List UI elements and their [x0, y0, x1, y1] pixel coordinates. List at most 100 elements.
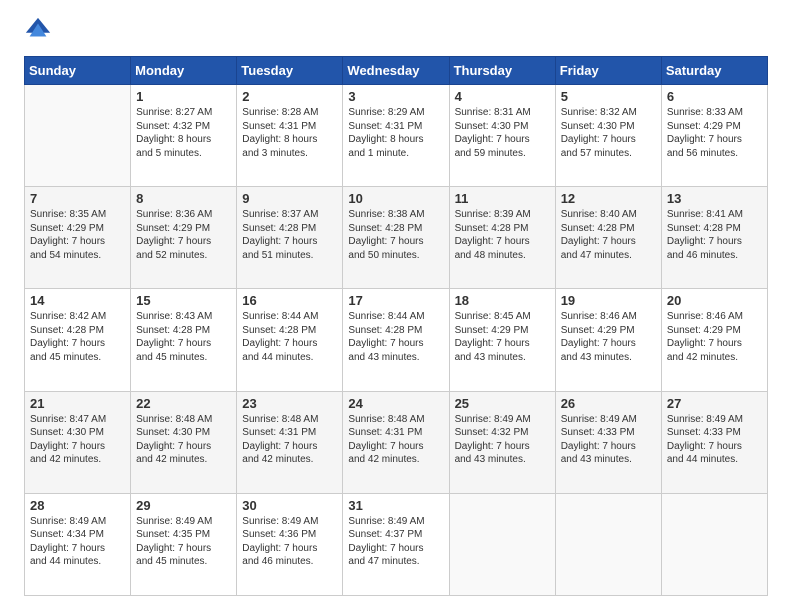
- day-number: 10: [348, 191, 443, 206]
- day-number: 26: [561, 396, 656, 411]
- logo-icon: [24, 16, 52, 44]
- day-info: Sunrise: 8:46 AM Sunset: 4:29 PM Dayligh…: [561, 310, 656, 364]
- day-info: Sunrise: 8:38 AM Sunset: 4:28 PM Dayligh…: [348, 208, 443, 262]
- calendar-cell: 11 Sunrise: 8:39 AM Sunset: 4:28 PM Dayli…: [449, 187, 555, 289]
- day-info: Sunrise: 8:35 AM Sunset: 4:29 PM Dayligh…: [30, 208, 125, 262]
- day-number: 11: [455, 191, 550, 206]
- day-info: Sunrise: 8:49 AM Sunset: 4:33 PM Dayligh…: [667, 413, 762, 467]
- weekday-header: Wednesday: [343, 57, 449, 85]
- day-number: 22: [136, 396, 231, 411]
- day-number: 29: [136, 498, 231, 513]
- page: SundayMondayTuesdayWednesdayThursdayFrid…: [0, 0, 792, 612]
- calendar-cell: 19 Sunrise: 8:46 AM Sunset: 4:29 PM Dayli…: [555, 289, 661, 391]
- day-number: 8: [136, 191, 231, 206]
- day-number: 17: [348, 293, 443, 308]
- calendar-cell: [449, 493, 555, 595]
- calendar-cell: 15 Sunrise: 8:43 AM Sunset: 4:28 PM Dayli…: [131, 289, 237, 391]
- day-number: 24: [348, 396, 443, 411]
- calendar-cell: 7 Sunrise: 8:35 AM Sunset: 4:29 PM Daylig…: [25, 187, 131, 289]
- day-info: Sunrise: 8:29 AM Sunset: 4:31 PM Dayligh…: [348, 106, 443, 160]
- weekday-header: Thursday: [449, 57, 555, 85]
- day-info: Sunrise: 8:37 AM Sunset: 4:28 PM Dayligh…: [242, 208, 337, 262]
- calendar-cell: 10 Sunrise: 8:38 AM Sunset: 4:28 PM Dayli…: [343, 187, 449, 289]
- day-info: Sunrise: 8:27 AM Sunset: 4:32 PM Dayligh…: [136, 106, 231, 160]
- day-number: 12: [561, 191, 656, 206]
- calendar-cell: 13 Sunrise: 8:41 AM Sunset: 4:28 PM Dayli…: [661, 187, 767, 289]
- day-number: 23: [242, 396, 337, 411]
- day-info: Sunrise: 8:49 AM Sunset: 4:35 PM Dayligh…: [136, 515, 231, 569]
- day-info: Sunrise: 8:33 AM Sunset: 4:29 PM Dayligh…: [667, 106, 762, 160]
- calendar-cell: [25, 85, 131, 187]
- calendar-cell: 6 Sunrise: 8:33 AM Sunset: 4:29 PM Daylig…: [661, 85, 767, 187]
- day-number: 21: [30, 396, 125, 411]
- calendar-cell: 29 Sunrise: 8:49 AM Sunset: 4:35 PM Dayli…: [131, 493, 237, 595]
- calendar-cell: 31Sunrise: 8:49 AM Sunset: 4:37 PM Dayli…: [343, 493, 449, 595]
- day-info: Sunrise: 8:44 AM Sunset: 4:28 PM Dayligh…: [242, 310, 337, 364]
- weekday-header: Friday: [555, 57, 661, 85]
- day-number: 13: [667, 191, 762, 206]
- day-number: 7: [30, 191, 125, 206]
- day-number: 19: [561, 293, 656, 308]
- calendar-cell: 28 Sunrise: 8:49 AM Sunset: 4:34 PM Dayli…: [25, 493, 131, 595]
- day-number: 28: [30, 498, 125, 513]
- day-info: Sunrise: 8:48 AM Sunset: 4:31 PM Dayligh…: [242, 413, 337, 467]
- day-info: Sunrise: 8:49 AM Sunset: 4:32 PM Dayligh…: [455, 413, 550, 467]
- calendar-cell: 25 Sunrise: 8:49 AM Sunset: 4:32 PM Dayli…: [449, 391, 555, 493]
- calendar-cell: [661, 493, 767, 595]
- day-info: Sunrise: 8:49 AM Sunset: 4:33 PM Dayligh…: [561, 413, 656, 467]
- calendar-cell: 16Sunrise: 8:44 AM Sunset: 4:28 PM Dayli…: [237, 289, 343, 391]
- calendar-cell: 20Sunrise: 8:46 AM Sunset: 4:29 PM Dayli…: [661, 289, 767, 391]
- day-info: Sunrise: 8:48 AM Sunset: 4:31 PM Dayligh…: [348, 413, 443, 467]
- day-info: Sunrise: 8:32 AM Sunset: 4:30 PM Dayligh…: [561, 106, 656, 160]
- day-info: Sunrise: 8:49 AM Sunset: 4:34 PM Dayligh…: [30, 515, 125, 569]
- calendar-cell: 27 Sunrise: 8:49 AM Sunset: 4:33 PM Dayli…: [661, 391, 767, 493]
- day-info: Sunrise: 8:46 AM Sunset: 4:29 PM Dayligh…: [667, 310, 762, 364]
- day-info: Sunrise: 8:49 AM Sunset: 4:37 PM Dayligh…: [348, 515, 443, 569]
- day-info: Sunrise: 8:47 AM Sunset: 4:30 PM Dayligh…: [30, 413, 125, 467]
- calendar-cell: 12 Sunrise: 8:40 AM Sunset: 4:28 PM Dayli…: [555, 187, 661, 289]
- logo: [24, 20, 56, 44]
- day-info: Sunrise: 8:36 AM Sunset: 4:29 PM Dayligh…: [136, 208, 231, 262]
- weekday-header: Saturday: [661, 57, 767, 85]
- day-info: Sunrise: 8:48 AM Sunset: 4:30 PM Dayligh…: [136, 413, 231, 467]
- calendar-cell: 1 Sunrise: 8:27 AM Sunset: 4:32 PM Daylig…: [131, 85, 237, 187]
- day-info: Sunrise: 8:44 AM Sunset: 4:28 PM Dayligh…: [348, 310, 443, 364]
- weekday-header: Sunday: [25, 57, 131, 85]
- day-info: Sunrise: 8:41 AM Sunset: 4:28 PM Dayligh…: [667, 208, 762, 262]
- calendar-table: SundayMondayTuesdayWednesdayThursdayFrid…: [24, 56, 768, 596]
- calendar-cell: 18Sunrise: 8:45 AM Sunset: 4:29 PM Dayli…: [449, 289, 555, 391]
- day-number: 5: [561, 89, 656, 104]
- day-number: 30: [242, 498, 337, 513]
- calendar-cell: 3 Sunrise: 8:29 AM Sunset: 4:31 PM Daylig…: [343, 85, 449, 187]
- calendar-cell: 2 Sunrise: 8:28 AM Sunset: 4:31 PM Daylig…: [237, 85, 343, 187]
- day-number: 15: [136, 293, 231, 308]
- calendar-cell: 17 Sunrise: 8:44 AM Sunset: 4:28 PM Dayli…: [343, 289, 449, 391]
- day-number: 3: [348, 89, 443, 104]
- day-number: 9: [242, 191, 337, 206]
- day-number: 25: [455, 396, 550, 411]
- day-number: 4: [455, 89, 550, 104]
- calendar-cell: 8 Sunrise: 8:36 AM Sunset: 4:29 PM Daylig…: [131, 187, 237, 289]
- day-info: Sunrise: 8:39 AM Sunset: 4:28 PM Dayligh…: [455, 208, 550, 262]
- day-number: 27: [667, 396, 762, 411]
- weekday-header: Monday: [131, 57, 237, 85]
- calendar-cell: 21 Sunrise: 8:47 AM Sunset: 4:30 PM Dayli…: [25, 391, 131, 493]
- calendar-cell: 24 Sunrise: 8:48 AM Sunset: 4:31 PM Dayli…: [343, 391, 449, 493]
- calendar-cell: 26 Sunrise: 8:49 AM Sunset: 4:33 PM Dayli…: [555, 391, 661, 493]
- weekday-header: Tuesday: [237, 57, 343, 85]
- calendar-cell: 30Sunrise: 8:49 AM Sunset: 4:36 PM Dayli…: [237, 493, 343, 595]
- day-info: Sunrise: 8:28 AM Sunset: 4:31 PM Dayligh…: [242, 106, 337, 160]
- header: [24, 20, 768, 44]
- day-number: 2: [242, 89, 337, 104]
- day-number: 6: [667, 89, 762, 104]
- calendar-cell: [555, 493, 661, 595]
- day-info: Sunrise: 8:31 AM Sunset: 4:30 PM Dayligh…: [455, 106, 550, 160]
- day-info: Sunrise: 8:43 AM Sunset: 4:28 PM Dayligh…: [136, 310, 231, 364]
- calendar-cell: 23 Sunrise: 8:48 AM Sunset: 4:31 PM Dayli…: [237, 391, 343, 493]
- day-info: Sunrise: 8:45 AM Sunset: 4:29 PM Dayligh…: [455, 310, 550, 364]
- calendar-cell: 14Sunrise: 8:42 AM Sunset: 4:28 PM Dayli…: [25, 289, 131, 391]
- day-info: Sunrise: 8:40 AM Sunset: 4:28 PM Dayligh…: [561, 208, 656, 262]
- calendar-cell: 9 Sunrise: 8:37 AM Sunset: 4:28 PM Daylig…: [237, 187, 343, 289]
- calendar-cell: 5 Sunrise: 8:32 AM Sunset: 4:30 PM Daylig…: [555, 85, 661, 187]
- day-number: 1: [136, 89, 231, 104]
